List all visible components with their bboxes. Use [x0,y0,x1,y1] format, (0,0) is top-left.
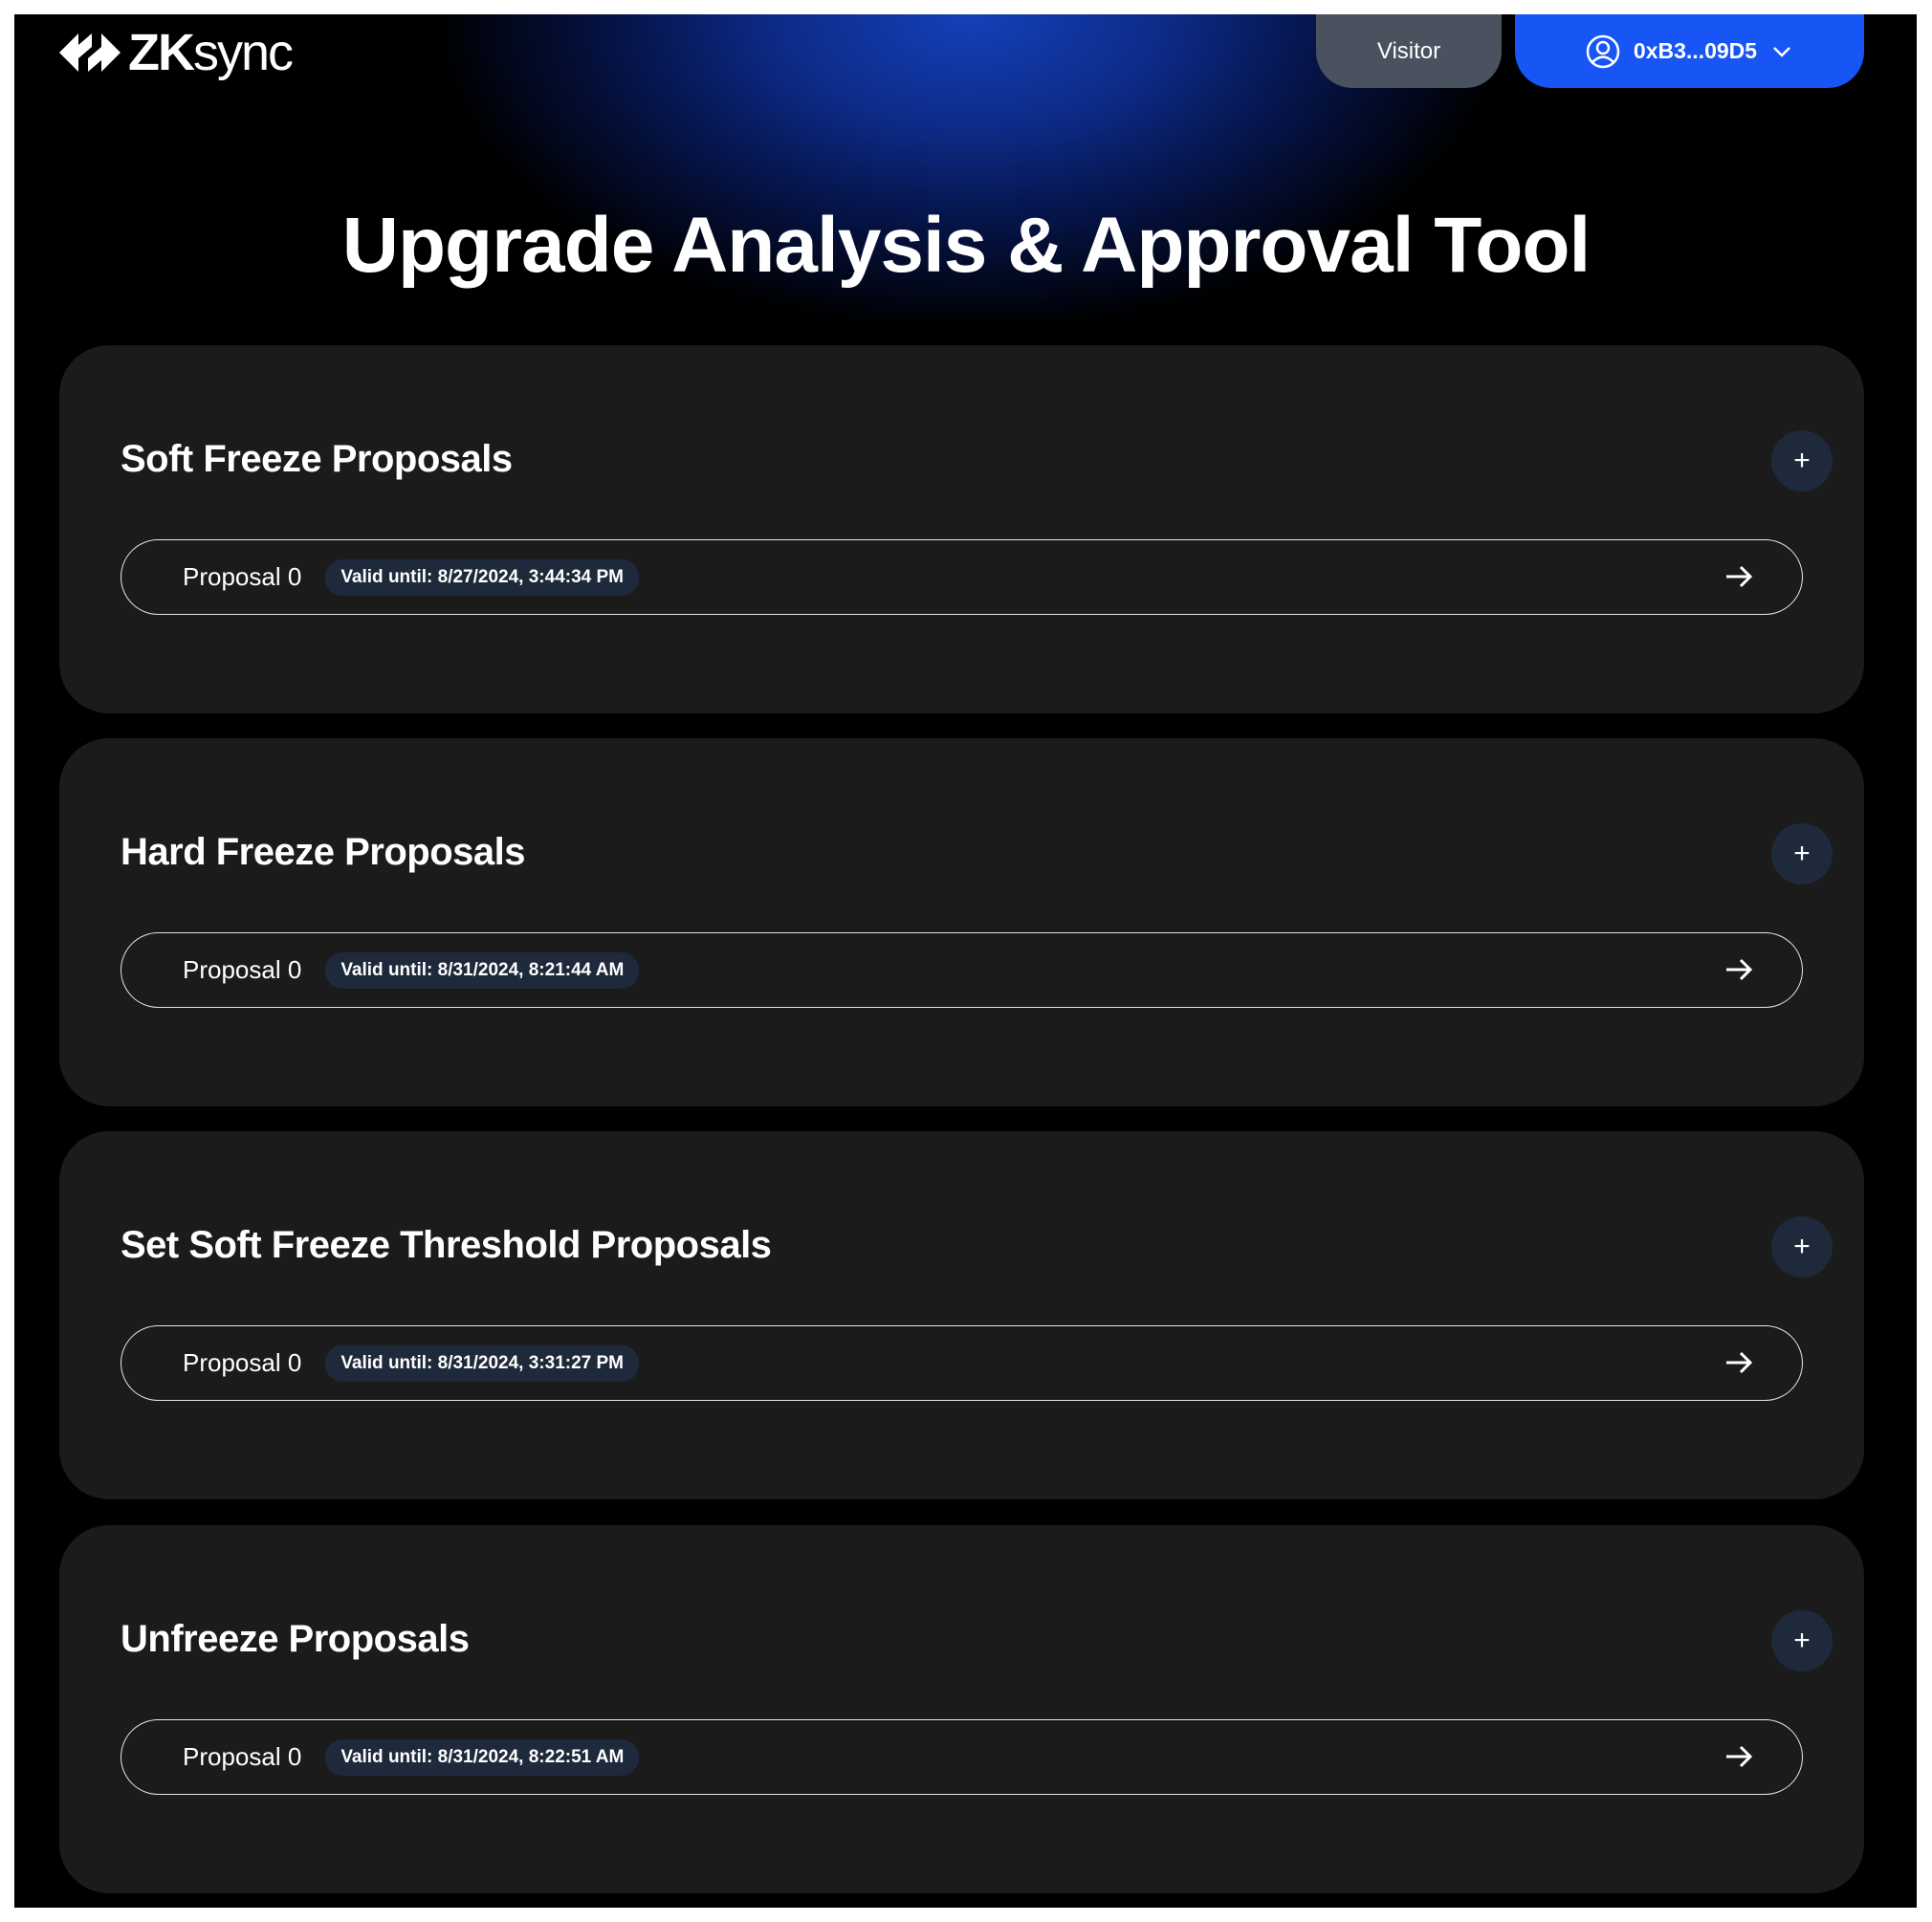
proposal-name: Proposal 0 [183,562,302,591]
valid-until-badge: Valid until: 8/31/2024, 8:21:44 AM [325,951,640,989]
proposal-name: Proposal 0 [183,1348,302,1377]
section-title: Set Soft Freeze Threshold Proposals [121,1224,772,1266]
add-proposal-button[interactable]: + [1771,823,1833,885]
set-soft-freeze-threshold-card: Set Soft Freeze Threshold Proposals + Pr… [59,1131,1864,1499]
soft-freeze-card: Soft Freeze Proposals + Proposal 0 Valid… [59,345,1864,713]
add-proposal-button[interactable]: + [1771,430,1833,491]
arrow-right-icon[interactable] [1723,561,1754,592]
logo-text: ZKsync [128,24,294,81]
proposal-row[interactable]: Proposal 0 Valid until: 8/31/2024, 8:22:… [121,1719,1803,1795]
section-title: Soft Freeze Proposals [121,438,513,480]
proposal-name: Proposal 0 [183,955,302,984]
proposal-name: Proposal 0 [183,1742,302,1771]
zksync-arrows-icon [59,33,121,72]
page-title: Upgrade Analysis & Approval Tool [341,202,1592,289]
unfreeze-card: Unfreeze Proposals + Proposal 0 Valid un… [59,1525,1864,1893]
proposal-row[interactable]: Proposal 0 Valid until: 8/31/2024, 3:31:… [121,1325,1803,1401]
add-proposal-button[interactable]: + [1771,1216,1833,1278]
valid-until-badge: Valid until: 8/27/2024, 3:44:34 PM [325,558,639,596]
page: ZKsync Visitor 0xB3...09D5 Upgrade Analy… [14,14,1917,1908]
proposal-row[interactable]: Proposal 0 Valid until: 8/27/2024, 3:44:… [121,539,1803,615]
hard-freeze-card: Hard Freeze Proposals + Proposal 0 Valid… [59,738,1864,1106]
arrow-right-icon[interactable] [1723,1347,1754,1378]
zksync-logo[interactable]: ZKsync [59,24,294,81]
arrow-right-icon[interactable] [1723,1741,1754,1772]
valid-until-badge: Valid until: 8/31/2024, 3:31:27 PM [325,1344,639,1382]
proposal-row[interactable]: Proposal 0 Valid until: 8/31/2024, 8:21:… [121,932,1803,1008]
wallet-button[interactable]: 0xB3...09D5 [1515,14,1864,88]
wallet-address: 0xB3...09D5 [1633,38,1758,63]
user-circle-icon [1586,34,1620,68]
visitor-button[interactable]: Visitor [1316,14,1502,88]
chevron-down-icon [1773,46,1790,57]
section-title: Unfreeze Proposals [121,1618,470,1660]
arrow-right-icon[interactable] [1723,954,1754,985]
add-proposal-button[interactable]: + [1771,1610,1833,1671]
valid-until-badge: Valid until: 8/31/2024, 8:22:51 AM [325,1738,640,1776]
section-title: Hard Freeze Proposals [121,831,526,873]
